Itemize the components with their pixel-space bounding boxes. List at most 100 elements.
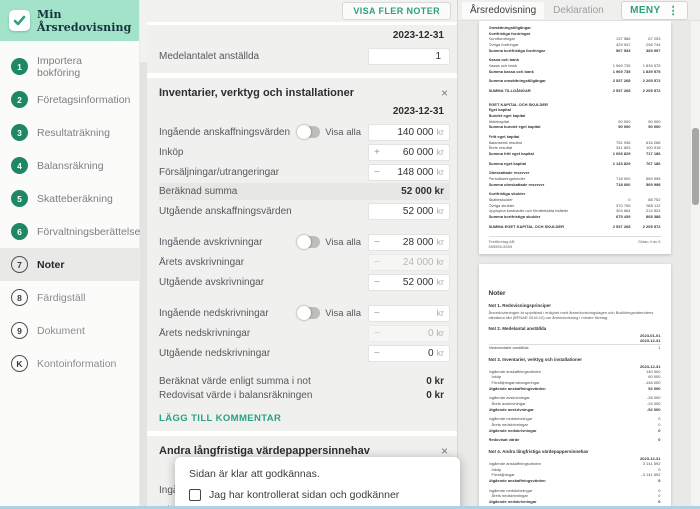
notes-toolbar: VISA FLER NOTER: [147, 0, 457, 22]
sidebar-item[interactable]: K Kontoinformation: [0, 347, 139, 380]
approval-message: Sidan är klar att godkännas.: [189, 468, 446, 480]
preview-scrollbar[interactable]: [691, 21, 700, 509]
sidebar-item[interactable]: 1 Importera bokföring: [0, 50, 139, 83]
notes-form-panel: VISA FLER NOTER 2023-12-31 Medelantalet …: [140, 0, 457, 509]
visa-alla-toggle-wrap: Visa alla: [298, 307, 361, 319]
notes-page: Noter Not 1. Redovisningsprinciper Årsre…: [479, 264, 671, 509]
preview-tab[interactable]: Årsredovisning: [462, 2, 544, 19]
sidebar: Min Årsredovisning 1 Importera bokföring…: [0, 0, 140, 509]
sidebar-item[interactable]: 4 Balansräkning: [0, 149, 139, 182]
form-row-label: Medelantalet anställda: [159, 51, 368, 62]
sidebar-item[interactable]: 5 Skatteberäkning: [0, 182, 139, 215]
employees-rows: Medelantalet anställda 1 1 Medelantalet …: [159, 46, 450, 66]
preview-tab-label: Årsredovisning: [470, 5, 536, 16]
balance-sheet-page: Omsättningstillgångar Kortfristiga fordr…: [479, 21, 671, 254]
close-section-icon[interactable]: ×: [439, 87, 450, 99]
preview-header: Årsredovisning Deklaration MENY ⋮: [458, 0, 700, 21]
amount-input[interactable]: − kr: [368, 305, 450, 322]
note1-body: Årsredovisningen är upprättad i enlighet…: [489, 310, 661, 320]
sign-prefix: −: [374, 308, 381, 319]
form-scrollbar-thumb[interactable]: [140, 0, 147, 62]
menu-button[interactable]: MENY ⋮: [621, 1, 688, 20]
note3-rows: Ingående anskaffningsvärden 140 000 Inkö…: [489, 369, 661, 443]
form-row: LÄGG TILL KOMMENTAR LÄGG TILL KOMMENTAR: [159, 402, 450, 424]
summary-value: 52 000 kr: [401, 186, 450, 197]
form-row: Beräknad summa 52 000 kr 52 000 kr Beräk…: [159, 183, 450, 200]
amount-input[interactable]: − 52 000 kr: [368, 274, 450, 291]
form-row-label: Inköp: [159, 147, 368, 158]
amount-input[interactable]: − 148 000 kr: [368, 164, 450, 181]
form-row: Utgående avskrivningar − 52 000 kr 52 00…: [159, 272, 450, 292]
sidebar-item-label: Företagsinformation: [37, 94, 130, 106]
form-row-label: Årets nedskrivningar: [159, 328, 368, 339]
amount-input[interactable]: − 24 000 kr: [368, 254, 450, 271]
section-rows: Ingående anskaffningsvärden Visa alla 14…: [159, 122, 450, 424]
approval-checkbox-row[interactable]: Jag har kontrollerat sidan och godkänner: [189, 489, 446, 501]
amount-input[interactable]: − 0 kr: [368, 325, 450, 342]
sidebar-item-label: Noter: [37, 259, 64, 271]
page-number: Sidan 4 av 6: [638, 239, 660, 249]
sidebar-item[interactable]: 2 Företagsinformation: [0, 83, 139, 116]
amount-value: 52 000: [384, 206, 434, 217]
approval-checkbox[interactable]: [189, 489, 201, 501]
add-comment-link[interactable]: LÄGG TILL KOMMENTAR: [159, 413, 281, 424]
form-row: [159, 292, 450, 303]
amount-input[interactable]: 140 000 kr: [368, 124, 450, 141]
amount-input[interactable]: − 0 kr: [368, 345, 450, 362]
amount-input[interactable]: + 60 000 kr: [368, 144, 450, 161]
column-date-header: 2023-12-31: [159, 104, 450, 122]
visa-alla-label: Visa alla: [325, 127, 361, 138]
form-row: Utgående nedskrivningar − 0 kr 0 Utgåend…: [159, 343, 450, 363]
amount-value: 140 000: [384, 127, 434, 138]
form-row: Ingående anskaffningsvärden Visa alla 14…: [159, 122, 450, 142]
currency-unit: kr: [437, 348, 445, 358]
summary-value: 0 kr: [426, 390, 450, 401]
app-title: Min Årsredovisning: [37, 8, 131, 34]
sidebar-item[interactable]: 6 Förvaltningsberättelse: [0, 215, 139, 248]
form-row-label: Ingående avskrivningar: [159, 237, 298, 248]
currency-unit: kr: [437, 237, 445, 247]
note4-rows: Ingående anskaffningsvärden 3 141 592 In…: [489, 461, 661, 509]
sidebar-item[interactable]: 8 Färdigställ: [0, 281, 139, 314]
app-window: Min Årsredovisning 1 Importera bokföring…: [0, 0, 700, 509]
summary-value: 0 kr: [426, 376, 450, 387]
sidebar-nav: 1 Importera bokföring 2 Företagsinformat…: [0, 41, 139, 380]
sidebar-item-label: Förvaltningsberättelse: [37, 226, 140, 238]
step-number-badge: 1: [11, 58, 28, 75]
sidebar-item[interactable]: 9 Dokument: [0, 314, 139, 347]
visa-alla-toggle[interactable]: [298, 307, 320, 319]
preview-tab[interactable]: Deklaration: [545, 2, 612, 19]
visa-alla-toggle[interactable]: [298, 236, 320, 248]
amount-value: 24 000: [384, 257, 434, 268]
form-row-label: Utgående nedskrivningar: [159, 348, 368, 359]
column-date-header: 2023-12-31: [159, 28, 450, 46]
visa-alla-toggle[interactable]: [298, 126, 320, 138]
row-value: 1: [631, 345, 661, 351]
balance-sheet-rows: Omsättningstillgångar Kortfristiga fordr…: [489, 25, 661, 229]
currency-unit: kr: [437, 147, 445, 157]
close-section-icon[interactable]: ×: [439, 445, 450, 457]
amount-input[interactable]: − 28 000 kr: [368, 234, 450, 251]
amount-input[interactable]: 52 000 kr: [368, 203, 450, 220]
sign-prefix: −: [374, 257, 381, 268]
amount-input[interactable]: 1: [368, 48, 450, 65]
form-scrollbar[interactable]: [140, 0, 147, 509]
amount-value: 0: [384, 348, 434, 359]
sidebar-item[interactable]: 3 Resultaträkning: [0, 116, 139, 149]
sidebar-item-label: Resultaträkning: [37, 127, 110, 139]
visa-alla-label: Visa alla: [325, 237, 361, 248]
step-number-badge: 2: [11, 91, 28, 108]
form-row: [159, 221, 450, 232]
note2-date-2: 2023-12-31: [489, 338, 661, 343]
currency-unit: kr: [437, 206, 445, 216]
sidebar-item[interactable]: 7 Noter: [0, 248, 139, 281]
form-row-label: Utgående avskrivningar: [159, 277, 368, 288]
row-name: SUMMA EGET KAPITAL OCH SKULDER: [489, 224, 601, 230]
preview-scrollbar-thumb[interactable]: [692, 128, 699, 205]
show-more-notes-button[interactable]: VISA FLER NOTER: [342, 2, 451, 20]
section-header: Inventarier, verktyg och installationer …: [159, 81, 450, 104]
form-row-label: Ingående anskaffningsvärden: [159, 127, 298, 138]
sidebar-header: Min Årsredovisning: [0, 0, 139, 41]
row-name: Medelantalet anställda: [489, 345, 631, 351]
note2-title: Not 2. Medelantal anställda: [489, 326, 661, 331]
